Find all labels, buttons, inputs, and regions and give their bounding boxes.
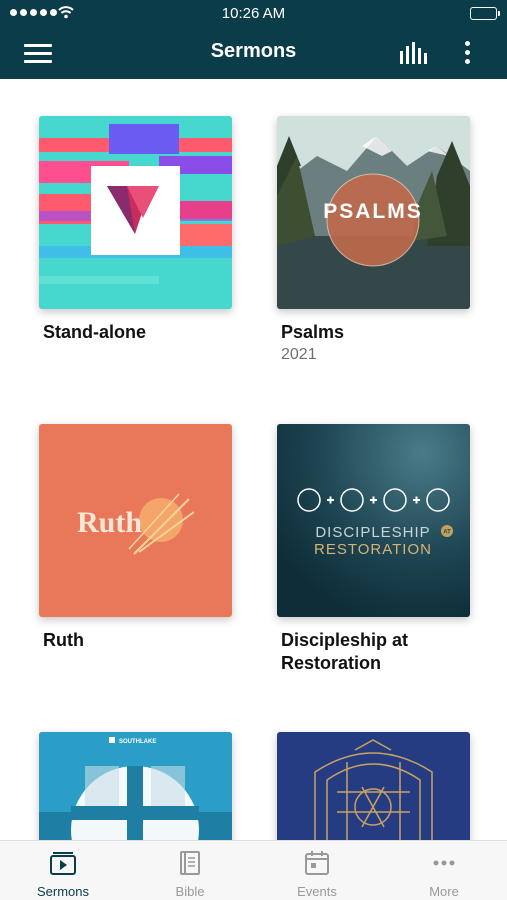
discipleship-art-mark: AT [443,530,451,536]
series-artwork[interactable]: SOUTHLAKE [39,732,232,840]
discipleship-art-bottom: RESTORATION [314,541,432,558]
discipleship-art-top: DISCIPLESHIP [315,524,430,541]
ruth-artwork: Ruth [39,424,232,617]
series-title: Psalms [281,322,345,342]
southlake-art-text: SOUTHLAKE [119,739,156,745]
tab-events[interactable]: Events [254,841,380,900]
battery-icon [470,7,500,20]
series-card-ruth[interactable]: Ruth Ruth [39,424,232,652]
series-title: Ruth [43,630,84,650]
ruth-art-text: Ruth [77,506,142,539]
tab-label: Bible [175,884,205,899]
psalms-artwork: PSALMS [277,116,470,309]
series-artwork[interactable] [277,732,470,840]
tab-label: Sermons [36,884,90,899]
series-year: 2021 [281,346,317,363]
stand-alone-artwork [39,116,232,309]
status-bar: 10:26 AM [0,0,507,28]
southlake-artwork: SOUTHLAKE [39,732,232,840]
ornamental-artwork [277,732,470,840]
series-artwork[interactable] [39,116,232,309]
series-card-discipleship[interactable]: DISCIPLESHIP AT RESTORATION Discipleship… [277,424,470,675]
tab-more[interactable]: More [381,841,507,900]
series-title: Stand-alone [43,322,147,342]
tab-bar: Sermons Bible Events More [0,840,507,900]
page-title: Sermons [210,40,297,62]
tab-bible[interactable]: Bible [127,841,253,900]
bible-icon [180,851,200,875]
series-card-6[interactable] [277,732,470,840]
sermons-icon [50,852,76,875]
series-artwork[interactable]: DISCIPLESHIP AT RESTORATION [277,424,470,617]
series-card-psalms[interactable]: PSALMS Psalms 2021 [277,116,470,366]
series-grid: Stand-alone PSALMS Psalms 2021 Ruth Ruth… [0,79,507,840]
discipleship-artwork: DISCIPLESHIP AT RESTORATION [277,424,470,617]
series-card-stand-alone[interactable]: Stand-alone [39,116,232,344]
psalms-art-text: PSALMS [323,200,423,223]
audio-bars-icon[interactable] [398,41,430,65]
more-icon [433,860,455,866]
events-icon [305,851,329,875]
more-options-icon[interactable] [460,39,476,67]
tab-sermons[interactable]: Sermons [0,841,126,900]
series-card-5[interactable]: SOUTHLAKE [39,732,232,840]
nav-bar: Sermons [0,28,507,79]
series-artwork[interactable]: PSALMS [277,116,470,309]
series-artwork[interactable]: Ruth [39,424,232,617]
tab-label: More [429,884,459,899]
tab-label: Events [297,884,337,899]
status-time: 10:26 AM [221,5,286,22]
series-title: Discipleship at Restoration [281,630,409,673]
